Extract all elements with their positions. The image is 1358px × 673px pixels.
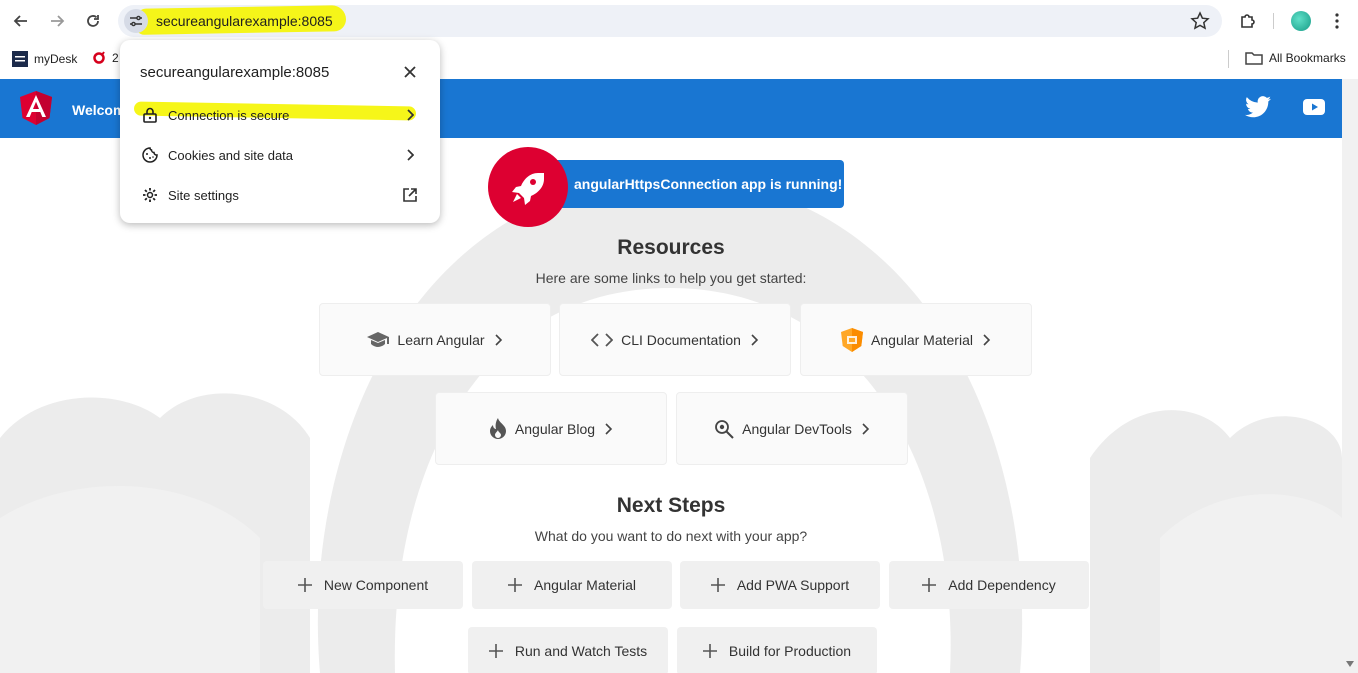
plus-icon xyxy=(702,644,717,658)
menu-button[interactable] xyxy=(1326,10,1348,32)
chevron-right-icon xyxy=(862,422,869,435)
material-shield-icon xyxy=(841,327,864,352)
scroll-down-arrow-icon[interactable] xyxy=(1346,661,1354,667)
all-bookmarks-button[interactable]: All Bookmarks xyxy=(1245,51,1346,65)
folder-icon xyxy=(1245,52,1263,65)
arrow-left-icon xyxy=(13,15,27,27)
step-label: Build for Production xyxy=(728,643,852,659)
extensions-button[interactable] xyxy=(1237,10,1259,32)
welcome-text: Welcom xyxy=(72,102,126,118)
step-run-and-watch-tests[interactable]: Run and Watch Tests xyxy=(468,627,668,673)
plus-icon xyxy=(922,578,937,592)
resource-card-cli-documentation[interactable]: CLI Documentation xyxy=(559,303,791,376)
popup-title: secureangularexample:8085 xyxy=(140,64,330,81)
arrow-right-icon xyxy=(51,15,65,27)
resources-title: Resources xyxy=(617,236,725,259)
chevron-right-icon xyxy=(402,147,418,163)
step-build-for-production[interactable]: Build for Production xyxy=(677,627,877,673)
resource-label: Learn Angular xyxy=(397,331,485,348)
popup-row-cookies[interactable]: Cookies and site data xyxy=(120,135,440,175)
step-add-dependency[interactable]: Add Dependency xyxy=(889,561,1089,609)
popup-row-label: Connection is secure xyxy=(168,107,290,123)
tune-icon xyxy=(130,15,142,27)
rocket-icon xyxy=(512,173,544,205)
plus-icon xyxy=(297,578,312,592)
reload-icon xyxy=(87,15,99,27)
app-running-text: angularHttpsConnection app is running! xyxy=(574,176,843,192)
youtube-icon[interactable] xyxy=(1303,99,1325,115)
popup-close-button[interactable] xyxy=(402,64,418,80)
red-o-favicon-icon xyxy=(93,51,105,64)
plus-icon xyxy=(488,644,503,658)
site-info-popup: secureangularexample:8085 Connection is … xyxy=(120,40,440,223)
avatar xyxy=(1291,11,1311,31)
back-button[interactable] xyxy=(10,10,32,32)
popup-row-connection-secure[interactable]: Connection is secure xyxy=(120,95,440,135)
more-vert-icon xyxy=(1335,13,1339,29)
popup-row-label: Site settings xyxy=(168,187,239,203)
site-info-button[interactable] xyxy=(124,9,148,33)
devtools-search-icon xyxy=(715,419,734,439)
url-text[interactable]: secureangularexample:8085 xyxy=(156,13,333,29)
flame-icon xyxy=(489,417,506,439)
star-icon xyxy=(1190,11,1210,30)
app-running-card: angularHttpsConnection app is running! xyxy=(520,160,844,208)
close-icon xyxy=(404,66,416,78)
bookmark-label: myDesk xyxy=(34,52,78,66)
address-bar[interactable]: secureangularexample:8085 xyxy=(118,5,1222,37)
open-in-new-icon xyxy=(402,187,418,203)
angular-logo-icon xyxy=(20,91,52,125)
step-label: New Component xyxy=(323,577,429,593)
bookmark-star-button[interactable] xyxy=(1190,11,1210,31)
gear-icon xyxy=(140,185,160,205)
resource-card-learn-angular[interactable]: Learn Angular xyxy=(319,303,551,376)
toolbar-divider xyxy=(1273,13,1274,29)
step-label: Add PWA Support xyxy=(736,577,850,593)
next-steps-subtitle: What do you want to do next with your ap… xyxy=(534,528,808,544)
resource-label: CLI Documentation xyxy=(621,331,741,348)
graduation-cap-icon xyxy=(367,331,390,347)
page-scrollbar[interactable] xyxy=(1342,79,1358,673)
bookmark-mydesk[interactable]: myDesk xyxy=(12,51,77,67)
mydesk-favicon-icon xyxy=(12,51,28,67)
rocket-badge xyxy=(488,147,568,227)
chevron-right-icon xyxy=(983,333,991,346)
next-steps-title: Next Steps xyxy=(616,494,726,517)
code-icon xyxy=(591,332,614,347)
resource-label: Angular Material xyxy=(871,331,973,348)
puzzle-icon xyxy=(1241,14,1255,28)
twitter-icon[interactable] xyxy=(1245,96,1271,118)
step-angular-material[interactable]: Angular Material xyxy=(472,561,672,609)
bookmark-second[interactable]: 2 xyxy=(92,51,119,65)
bookmarks-divider xyxy=(1228,50,1229,68)
reload-button[interactable] xyxy=(82,10,104,32)
chevron-right-icon xyxy=(605,422,613,435)
resource-card-angular-devtools[interactable]: Angular DevTools xyxy=(676,392,908,465)
all-bookmarks-label: All Bookmarks xyxy=(1269,51,1346,65)
chevron-right-icon xyxy=(751,333,759,346)
lock-icon xyxy=(140,105,160,125)
resource-card-angular-blog[interactable]: Angular Blog xyxy=(435,392,667,465)
step-label: Add Dependency xyxy=(948,577,1056,593)
plus-icon xyxy=(508,578,523,592)
step-label: Run and Watch Tests xyxy=(514,643,648,659)
bookmark-label: 2 xyxy=(112,51,119,65)
popup-row-label: Cookies and site data xyxy=(168,147,294,163)
resources-subtitle: Here are some links to help you get star… xyxy=(535,270,807,286)
chevron-right-icon xyxy=(495,333,502,346)
profile-button[interactable] xyxy=(1290,10,1312,32)
resource-card-angular-material[interactable]: Angular Material xyxy=(800,303,1032,376)
forward-button[interactable] xyxy=(46,10,68,32)
cookie-icon xyxy=(140,145,160,165)
resource-label: Angular DevTools xyxy=(742,420,852,437)
step-label: Angular Material xyxy=(534,577,636,593)
popup-row-site-settings[interactable]: Site settings xyxy=(120,175,440,215)
chevron-right-icon xyxy=(402,107,418,123)
browser-toolbar: secureangularexample:8085 xyxy=(0,0,1358,42)
resource-label: Angular Blog xyxy=(514,420,596,437)
step-add-pwa-support[interactable]: Add PWA Support xyxy=(680,561,880,609)
step-new-component[interactable]: New Component xyxy=(263,561,463,609)
plus-icon xyxy=(710,578,725,592)
